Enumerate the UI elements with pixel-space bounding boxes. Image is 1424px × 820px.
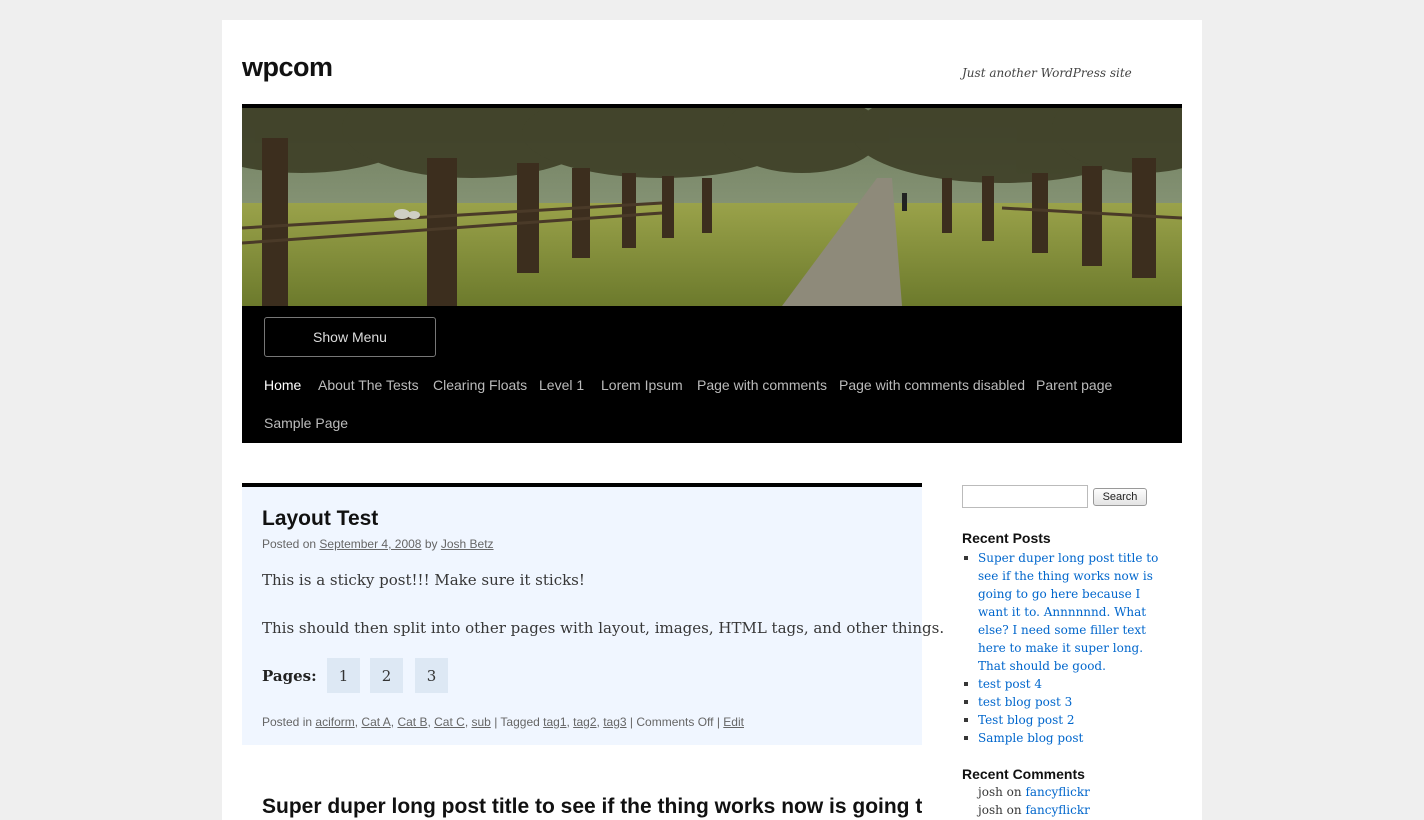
page: wpcom Just another WordPress site Show M… (222, 20, 1202, 820)
comment-on-label: on (1006, 803, 1022, 817)
next-post-title[interactable]: Super duper long post title to see if th… (262, 795, 922, 819)
category-link[interactable]: aciform (315, 715, 354, 729)
header-image[interactable] (242, 104, 1182, 306)
post-paragraph: This should then split into other pages … (262, 619, 945, 637)
nav-item-clearing-floats[interactable]: Clearing Floats (433, 377, 527, 393)
recent-posts-title: Recent Posts (962, 530, 1051, 546)
category-link[interactable]: sub (471, 715, 490, 729)
posted-in-label: Posted in (262, 715, 313, 729)
tag-link[interactable]: tag2 (573, 715, 596, 729)
page-link-2[interactable]: 2 (370, 658, 403, 693)
nav-item-about-the-tests[interactable]: About The Tests (318, 377, 419, 393)
comment-post-link[interactable]: fancyflickr (1025, 803, 1089, 817)
recent-comment-item: josh on fancyflickr (978, 785, 1090, 799)
post-meta: Posted on September 4, 2008 by Josh Betz (262, 537, 494, 551)
page-link-1[interactable]: 1 (327, 658, 360, 693)
nav-item-level-1[interactable]: Level 1 (539, 377, 584, 393)
category-link[interactable]: Cat B (397, 715, 427, 729)
recent-post-link[interactable]: Super duper long post title to see if th… (978, 551, 1158, 673)
by-label: by (424, 537, 438, 551)
nav-item-lorem-ipsum[interactable]: Lorem Ipsum (601, 377, 683, 393)
category-link[interactable]: Cat C (434, 715, 465, 729)
recent-post-item[interactable]: Sample blog post (962, 729, 1162, 747)
page-link-3[interactable]: 3 (415, 658, 448, 693)
category-link[interactable]: Cat A (361, 715, 390, 729)
tree-avenue-illustration (242, 108, 1182, 306)
site-title[interactable]: wpcom (242, 52, 333, 83)
sticky-post: Layout Test Posted on September 4, 2008 … (242, 483, 944, 745)
post-author-link[interactable]: Josh Betz (441, 537, 494, 551)
recent-post-item[interactable]: test blog post 3 (962, 693, 1162, 711)
site-description: Just another WordPress site (962, 66, 1132, 80)
tag-link[interactable]: tag1 (543, 715, 566, 729)
tag-link[interactable]: tag3 (603, 715, 626, 729)
post-date-link[interactable]: September 4, 2008 (319, 537, 421, 551)
nav-item-sample-page[interactable]: Sample Page (264, 415, 348, 431)
post-footer: Posted in aciform, Cat A, Cat B, Cat C, … (262, 715, 744, 729)
recent-post-item[interactable]: Super duper long post title to see if th… (962, 549, 1162, 675)
nav-item-parent-page[interactable]: Parent page (1036, 377, 1112, 393)
pages-label: Pages: (262, 667, 317, 685)
primary-navigation: Show Menu Home About The Tests Clearing … (242, 306, 1182, 443)
nav-item-home[interactable]: Home (264, 377, 301, 393)
recent-posts-list: Super duper long post title to see if th… (962, 549, 1162, 747)
recent-post-link[interactable]: Sample blog post (978, 731, 1083, 745)
nav-item-page-with-comments-disabled[interactable]: Page with comments disabled (839, 377, 1025, 393)
comment-post-link[interactable]: fancyflickr (1025, 785, 1089, 799)
recent-post-item[interactable]: test post 4 (962, 675, 1162, 693)
recent-comment-item: josh on fancyflickr (978, 803, 1090, 817)
search-button[interactable]: Search (1093, 488, 1147, 506)
comment-on-label: on (1006, 785, 1022, 799)
search-input[interactable] (962, 485, 1088, 508)
show-menu-button[interactable]: Show Menu (264, 317, 436, 357)
comments-off-label: | Comments Off | (629, 715, 720, 729)
edit-link[interactable]: Edit (723, 715, 744, 729)
post-title[interactable]: Layout Test (262, 507, 378, 531)
post-paragraph: This is a sticky post!!! Make sure it st… (262, 571, 585, 589)
comment-author: josh (978, 803, 1003, 817)
recent-post-link[interactable]: test post 4 (978, 677, 1042, 691)
recent-post-item[interactable]: Test blog post 2 (962, 711, 1162, 729)
tagged-label: | Tagged (494, 715, 540, 729)
recent-comments-title: Recent Comments (962, 766, 1085, 782)
comment-author: josh (978, 785, 1003, 799)
nav-item-page-with-comments[interactable]: Page with comments (697, 377, 827, 393)
recent-post-link[interactable]: Test blog post 2 (978, 713, 1075, 727)
recent-post-link[interactable]: test blog post 3 (978, 695, 1072, 709)
posted-on-label: Posted on (262, 537, 317, 551)
